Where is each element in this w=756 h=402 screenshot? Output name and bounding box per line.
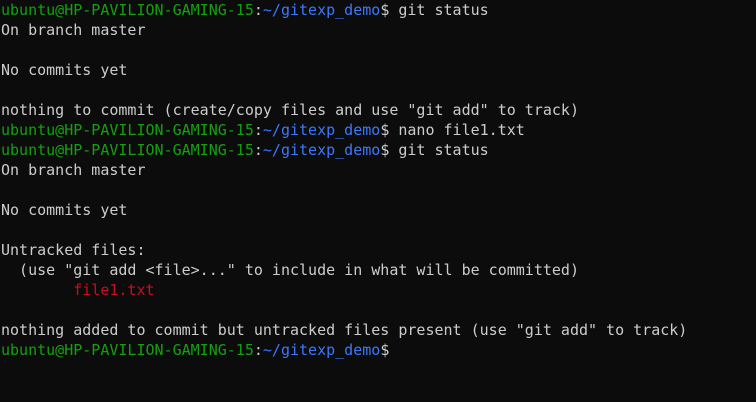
prompt-separator: : (253, 141, 263, 159)
terminal-output-line: (use "git add <file>..." to include in w… (1, 261, 579, 279)
prompt-symbol: $ (380, 121, 390, 139)
terminal-output-line: nothing added to commit but untracked fi… (1, 321, 688, 339)
prompt-symbol: $ (380, 341, 390, 359)
prompt-path: ~/gitexp_demo (262, 1, 381, 19)
prompt-path: ~/gitexp_demo (262, 121, 381, 139)
terminal-output-line: nothing to commit (create/copy files and… (1, 101, 579, 119)
terminal-output-line: On branch master (1, 161, 146, 179)
prompt-separator: : (253, 121, 263, 139)
terminal-output-line: No commits yet (1, 201, 128, 219)
terminal-output-line: No commits yet (1, 61, 128, 79)
text-cursor (389, 342, 397, 358)
terminal-line-prompt: ubuntu@HP-PAVILION-GAMING-15:~/gitexp_de… (1, 0, 756, 20)
prompt-user-host: ubuntu@HP-PAVILION-GAMING-15 (1, 121, 254, 139)
prompt-separator: : (253, 341, 263, 359)
terminal-output-line: Untracked files: (1, 241, 146, 259)
terminal-line-prompt: ubuntu@HP-PAVILION-GAMING-15:~/gitexp_de… (1, 140, 756, 160)
prompt-path: ~/gitexp_demo (262, 141, 381, 159)
terminal-window[interactable]: ubuntu@HP-PAVILION-GAMING-15:~/gitexp_de… (0, 0, 756, 402)
command-text: nano file1.txt (389, 121, 525, 139)
untracked-file-entry: file1.txt (1, 281, 155, 299)
command-text: git status (389, 141, 489, 159)
terminal-line-active-prompt[interactable]: ubuntu@HP-PAVILION-GAMING-15:~/gitexp_de… (1, 340, 756, 360)
prompt-user-host: ubuntu@HP-PAVILION-GAMING-15 (1, 141, 254, 159)
prompt-path: ~/gitexp_demo (262, 341, 381, 359)
prompt-symbol: $ (380, 1, 390, 19)
command-text: git status (389, 1, 489, 19)
terminal-line-prompt: ubuntu@HP-PAVILION-GAMING-15:~/gitexp_de… (1, 120, 756, 140)
prompt-user-host: ubuntu@HP-PAVILION-GAMING-15 (1, 341, 254, 359)
prompt-symbol: $ (380, 141, 390, 159)
terminal-output-line: On branch master (1, 21, 146, 39)
prompt-user-host: ubuntu@HP-PAVILION-GAMING-15 (1, 1, 254, 19)
prompt-separator: : (253, 1, 263, 19)
